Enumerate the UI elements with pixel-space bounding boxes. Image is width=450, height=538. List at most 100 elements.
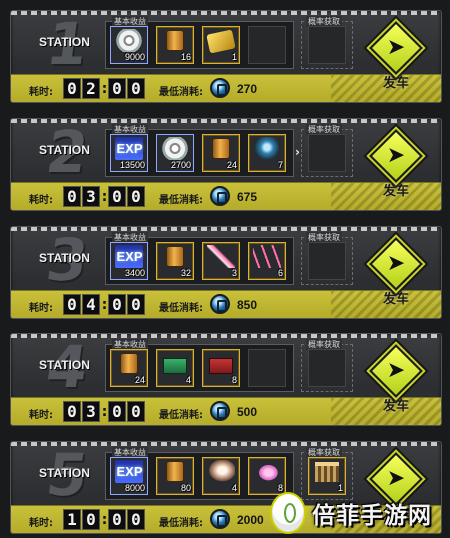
bottle-icon xyxy=(166,461,184,482)
min-cost-value: 850 xyxy=(237,298,258,312)
green-kit-icon xyxy=(163,358,187,374)
item-quantity: 4 xyxy=(185,375,191,385)
station-label: STATION xyxy=(39,358,90,372)
reward-item-slot[interactable]: EXP 13500 xyxy=(110,134,148,172)
time-digit: 0 xyxy=(108,78,126,99)
armor-icon xyxy=(253,137,281,160)
fuel-icon xyxy=(210,78,230,98)
exp-label: EXP xyxy=(116,141,143,156)
time-digit: 0 xyxy=(108,186,126,207)
depart-label: 发车 xyxy=(383,292,410,307)
reward-item-slot[interactable]: 8 xyxy=(202,349,240,387)
arrow-right-icon: ➤ xyxy=(386,143,406,168)
exp-icon: EXP xyxy=(115,245,143,268)
depart-button[interactable]: ➤ 发车 xyxy=(361,237,433,307)
time-digit: 0 xyxy=(108,294,126,315)
time-digit: 4 xyxy=(82,294,100,315)
arrow-right-icon: ➤ xyxy=(386,251,406,276)
reward-item-slot[interactable]: 4 xyxy=(202,457,240,495)
time-digit: 0 xyxy=(127,509,145,530)
min-cost-value: 2000 xyxy=(237,513,264,527)
coin-icon xyxy=(115,29,143,52)
chevron-right-icon[interactable]: › xyxy=(295,145,300,159)
reward-item-slot[interactable]: 16 xyxy=(156,26,194,64)
base-reward-frame: 基本收益 9000 16 1 xyxy=(105,16,294,69)
exp-icon: EXP xyxy=(115,137,143,160)
reward-item-slot[interactable]: 1 xyxy=(202,26,240,64)
min-cost-label: 最低消耗: xyxy=(159,303,203,314)
empty-slot xyxy=(308,349,346,387)
arrow-right-icon: ➤ xyxy=(386,35,406,60)
fuel-icon xyxy=(210,186,230,206)
time-digit: 0 xyxy=(127,78,145,99)
reward-item-slot[interactable]: 32 xyxy=(156,242,194,280)
base-reward-frame: 基本收益 EXP 3400 32 3 6 xyxy=(105,232,294,285)
reward-item-slot[interactable]: 2700 xyxy=(156,134,194,172)
station-card-1: 1 STATION 基本收益 9000 16 1 概率获取 耗时: 0 2 0 0: 最低消耗: 270 ➤… xyxy=(10,10,442,103)
item-quantity: 24 xyxy=(134,375,145,385)
time-label: 耗时: xyxy=(29,410,53,421)
empty-slot xyxy=(248,349,286,387)
fish-icon xyxy=(253,460,281,483)
exp-label: EXP xyxy=(116,464,143,479)
reward-item-slot[interactable]: 3 xyxy=(202,242,240,280)
bottle-icon xyxy=(166,246,184,267)
base-reward-frame: 基本收益 24 4 8 xyxy=(105,339,294,392)
time-label: 耗时: xyxy=(29,303,53,314)
station-card-3: 3 STATION 基本收益 EXP 3400 32 3 6 概率获取 耗时: 0 4 0 0: 最低消耗:… xyxy=(10,226,442,319)
station-label: STATION xyxy=(39,35,90,49)
reward-item-slot[interactable]: 6 xyxy=(248,242,286,280)
reward-item-slot[interactable]: 80 xyxy=(156,457,194,495)
depart-button[interactable]: ➤ 发车 xyxy=(361,129,433,199)
reward-item-slot[interactable]: 7 xyxy=(248,134,286,172)
empty-slot xyxy=(248,26,286,64)
item-quantity: 32 xyxy=(180,268,191,278)
depart-label: 发车 xyxy=(383,184,410,199)
empty-slot xyxy=(308,134,346,172)
watermark-text: 倍菲手游网 xyxy=(312,502,432,529)
reward-item-slot[interactable]: 4 xyxy=(156,349,194,387)
prob-item-slot[interactable]: 1 xyxy=(308,457,346,495)
feather-icon xyxy=(207,245,235,268)
min-cost-label: 最低消耗: xyxy=(159,410,203,421)
prob-reward-frame: 概率获取 xyxy=(301,232,353,285)
time-digit: 0 xyxy=(108,401,126,422)
time-digit: 2 xyxy=(82,78,100,99)
min-cost-value: 500 xyxy=(237,405,258,419)
item-quantity: 2700 xyxy=(170,160,191,170)
depart-label: 发车 xyxy=(383,76,410,91)
reward-item-slot[interactable]: 24 xyxy=(110,349,148,387)
reward-item-slot[interactable]: 8 xyxy=(248,457,286,495)
time-digit: 0 xyxy=(127,401,145,422)
reward-item-slot[interactable]: 9000 xyxy=(110,26,148,64)
exp-icon: EXP xyxy=(115,460,143,483)
empty-slot xyxy=(308,26,346,64)
bottle-icon xyxy=(166,30,184,51)
station-label: STATION xyxy=(39,143,90,157)
time-digit: 0 xyxy=(63,78,81,99)
depart-button[interactable]: ➤ 发车 xyxy=(361,21,433,91)
time-colon: : xyxy=(100,402,110,420)
min-cost-label: 最低消耗: xyxy=(159,518,203,529)
time-digit: 3 xyxy=(82,186,100,207)
fuel-icon xyxy=(210,294,230,314)
gate-icon xyxy=(315,462,339,482)
min-cost-value: 675 xyxy=(237,190,258,204)
item-quantity: 8 xyxy=(231,375,237,385)
reward-item-slot[interactable]: EXP 8000 xyxy=(110,457,148,495)
reward-item-slot[interactable]: 24 xyxy=(202,134,240,172)
red-kit-icon xyxy=(209,358,233,374)
time-label: 耗时: xyxy=(29,195,53,206)
wing-icon xyxy=(207,460,235,483)
station-card-4: 4 STATION 基本收益 24 4 8 概率获取 耗时: 0 3 0 0: 最低消耗: 500 ➤ 发车 xyxy=(10,333,442,426)
time-digit: 0 xyxy=(108,509,126,530)
reward-item-slot[interactable]: EXP 3400 xyxy=(110,242,148,280)
card-icon xyxy=(206,29,236,54)
time-label: 耗时: xyxy=(29,87,53,98)
time-digit: 0 xyxy=(82,509,100,530)
arrow-right-icon: ➤ xyxy=(386,358,406,383)
time-digit: 0 xyxy=(127,294,145,315)
time-digit: 1 xyxy=(63,509,81,530)
depart-button[interactable]: ➤ 发车 xyxy=(361,344,433,414)
time-digit: 0 xyxy=(63,186,81,207)
